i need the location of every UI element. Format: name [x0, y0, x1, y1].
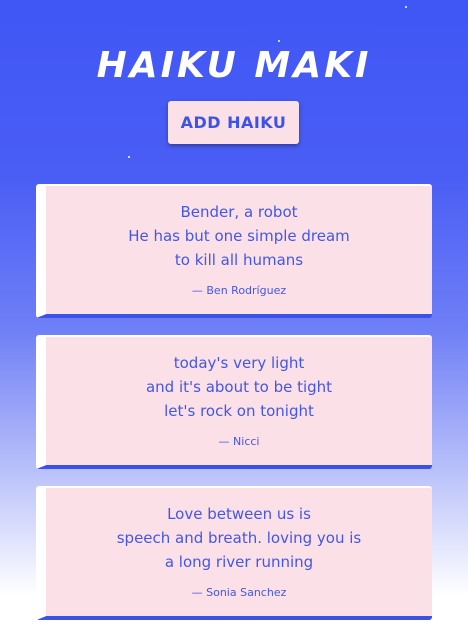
- haiku-card: Bender, a robot He has but one simple dr…: [36, 184, 432, 318]
- haiku-author: — Nicci: [218, 435, 260, 448]
- haiku-line: Bender, a robot: [180, 203, 298, 221]
- haiku-line: He has but one simple dream: [128, 227, 350, 245]
- haiku-line: today's very light: [173, 354, 305, 372]
- add-haiku-button[interactable]: ADD HAIKU: [168, 101, 299, 144]
- haiku-line: Love between us is: [167, 505, 311, 523]
- app-title: HAIKU MAKI: [96, 45, 372, 86]
- haiku-line: to kill all humans: [174, 251, 304, 269]
- star-decoration: [128, 156, 130, 158]
- haiku-card: today's very light and it's about to be …: [36, 335, 432, 469]
- haiku-line: and it's about to be tight: [145, 378, 333, 396]
- haiku-line: a long river running: [164, 553, 314, 571]
- haiku-author: — Ben Rodríguez: [191, 284, 287, 297]
- haiku-author: — Sonia Sanchez: [191, 586, 287, 599]
- haiku-line: speech and breath. loving you is: [116, 529, 362, 547]
- haiku-card: Love between us is speech and breath. lo…: [36, 486, 432, 620]
- haiku-line: let's rock on tonight: [164, 402, 314, 420]
- star-decoration: [405, 6, 407, 8]
